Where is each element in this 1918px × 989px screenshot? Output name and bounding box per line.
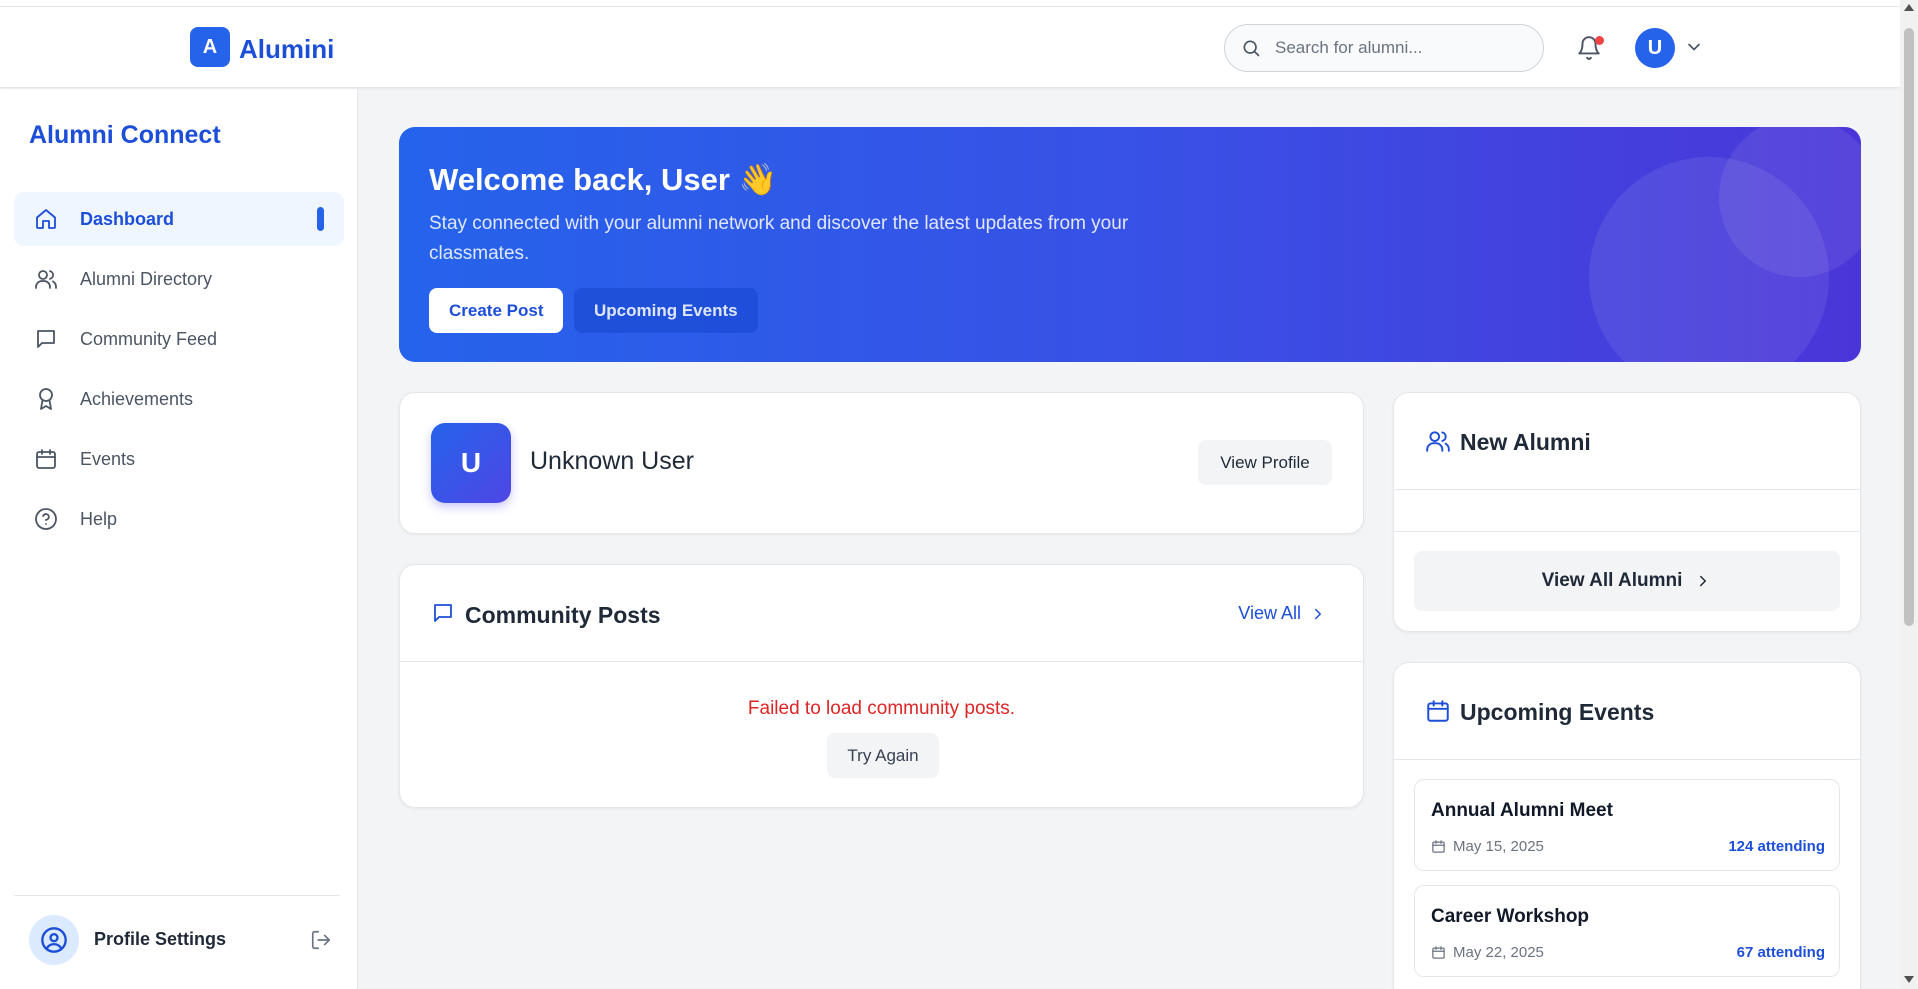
profile-settings-avatar[interactable] [29, 915, 79, 965]
event-attending: 124 attending [1728, 838, 1825, 855]
sidebar-nav: Dashboard Alumni Directory Community Fee… [14, 192, 344, 552]
sidebar-item-label: Help [80, 508, 118, 529]
sidebar-item-label: Achievements [80, 388, 194, 409]
profile-name: Unknown User [530, 447, 694, 475]
chevron-down-icon[interactable] [1684, 37, 1704, 57]
sidebar-item-label: Community Feed [80, 328, 218, 349]
event-date-text: May 15, 2025 [1453, 838, 1544, 855]
user-circle-icon [41, 927, 67, 953]
sidebar-item-label: Alumni Directory [80, 268, 213, 289]
users-icon [1426, 431, 1450, 452]
sidebar-item-events[interactable]: Events [14, 432, 344, 486]
top-bar: A Alumini U [0, 7, 1900, 88]
calendar-icon [1432, 840, 1445, 853]
event-item[interactable]: Annual Alumni Meet May 15, 2025 124 atte… [1414, 779, 1840, 871]
home-icon [33, 206, 59, 232]
new-alumni-card: New Alumni View All Alumni [1393, 392, 1861, 632]
upcoming-events-card: Upcoming Events Annual Alumni Meet May 1… [1393, 662, 1861, 989]
page-scrollbar[interactable] [1900, 0, 1918, 989]
help-circle-icon [33, 506, 59, 532]
sidebar-item-achievements[interactable]: Achievements [14, 372, 344, 426]
view-all-alumni-button[interactable]: View All Alumni [1414, 551, 1840, 611]
profile-avatar: U [431, 423, 511, 503]
search-icon [1243, 40, 1260, 57]
users-icon [33, 266, 59, 292]
event-date-text: May 22, 2025 [1453, 944, 1544, 961]
card-title: New Alumni [1460, 429, 1591, 455]
chevron-right-icon [1315, 608, 1321, 619]
scroll-up-arrow[interactable] [1904, 4, 1914, 11]
scroll-thumb[interactable] [1904, 28, 1914, 626]
sidebar-item-community-feed[interactable]: Community Feed [14, 312, 344, 366]
card-title: Community Posts [465, 602, 661, 628]
scroll-down-arrow[interactable] [1904, 976, 1914, 983]
card-title: Upcoming Events [1460, 699, 1655, 725]
sidebar-footer: Profile Settings [14, 895, 340, 975]
card-header: Upcoming Events [1394, 663, 1860, 760]
chevron-right-icon [1700, 575, 1707, 587]
error-message: Failed to load community posts. [747, 698, 1016, 719]
upcoming-events-button[interactable]: Upcoming Events [574, 288, 758, 333]
notifications-button[interactable] [1572, 31, 1606, 65]
user-avatar[interactable]: U [1635, 28, 1675, 68]
event-date: May 22, 2025 [1431, 944, 1544, 961]
calendar-icon [1432, 946, 1445, 959]
active-indicator [317, 207, 324, 231]
button-label: View All Alumni [1541, 570, 1683, 591]
top-edge [0, 0, 1900, 7]
view-all-link[interactable]: View All [1238, 603, 1327, 624]
calendar-icon [33, 446, 59, 472]
sidebar-item-help[interactable]: Help [14, 492, 344, 546]
logout-icon[interactable] [310, 929, 332, 951]
event-date: May 15, 2025 [1431, 838, 1544, 855]
sidebar-brand: Alumni Connect [29, 121, 221, 149]
sidebar-item-dashboard[interactable]: Dashboard [14, 192, 344, 246]
profile-card: U Unknown User View Profile [399, 392, 1364, 534]
notification-dot [1595, 36, 1604, 45]
message-icon [33, 326, 59, 352]
sidebar-item-alumni-directory[interactable]: Alumni Directory [14, 252, 344, 306]
welcome-banner: Welcome back, User 👋 Stay connected with… [399, 127, 1861, 362]
card-header: New Alumni [1394, 393, 1860, 490]
event-item[interactable]: Career Workshop May 22, 2025 67 attendin… [1414, 885, 1840, 977]
try-again-button[interactable]: Try Again [827, 733, 939, 778]
sidebar-item-label: Events [80, 448, 136, 469]
logo-mark[interactable]: A [190, 27, 230, 67]
message-icon [434, 604, 452, 622]
welcome-subtitle: Stay connected with your alumni network … [429, 213, 1129, 264]
search-input[interactable] [1275, 38, 1525, 58]
event-title: Career Workshop [1431, 906, 1590, 927]
card-header: Community Posts View All [400, 565, 1363, 662]
event-attending: 67 attending [1736, 944, 1825, 961]
sidebar-item-label: Dashboard [80, 208, 175, 229]
sidebar: Alumni Connect Dashboard Alumni Director… [0, 89, 358, 989]
calendar-icon [1427, 700, 1449, 722]
view-all-label: View All [1238, 603, 1301, 623]
award-icon [33, 386, 59, 412]
view-profile-button[interactable]: View Profile [1198, 440, 1332, 485]
create-post-button[interactable]: Create Post [429, 288, 564, 333]
community-posts-card: Community Posts View All Failed to load … [399, 564, 1364, 808]
divider [1394, 531, 1860, 532]
logo-text[interactable]: Alumini [239, 34, 334, 65]
welcome-title: Welcome back, User 👋 [429, 162, 778, 197]
event-title: Annual Alumni Meet [1431, 800, 1613, 821]
profile-settings-link[interactable]: Profile Settings [94, 929, 226, 950]
search-bar[interactable] [1224, 24, 1544, 72]
